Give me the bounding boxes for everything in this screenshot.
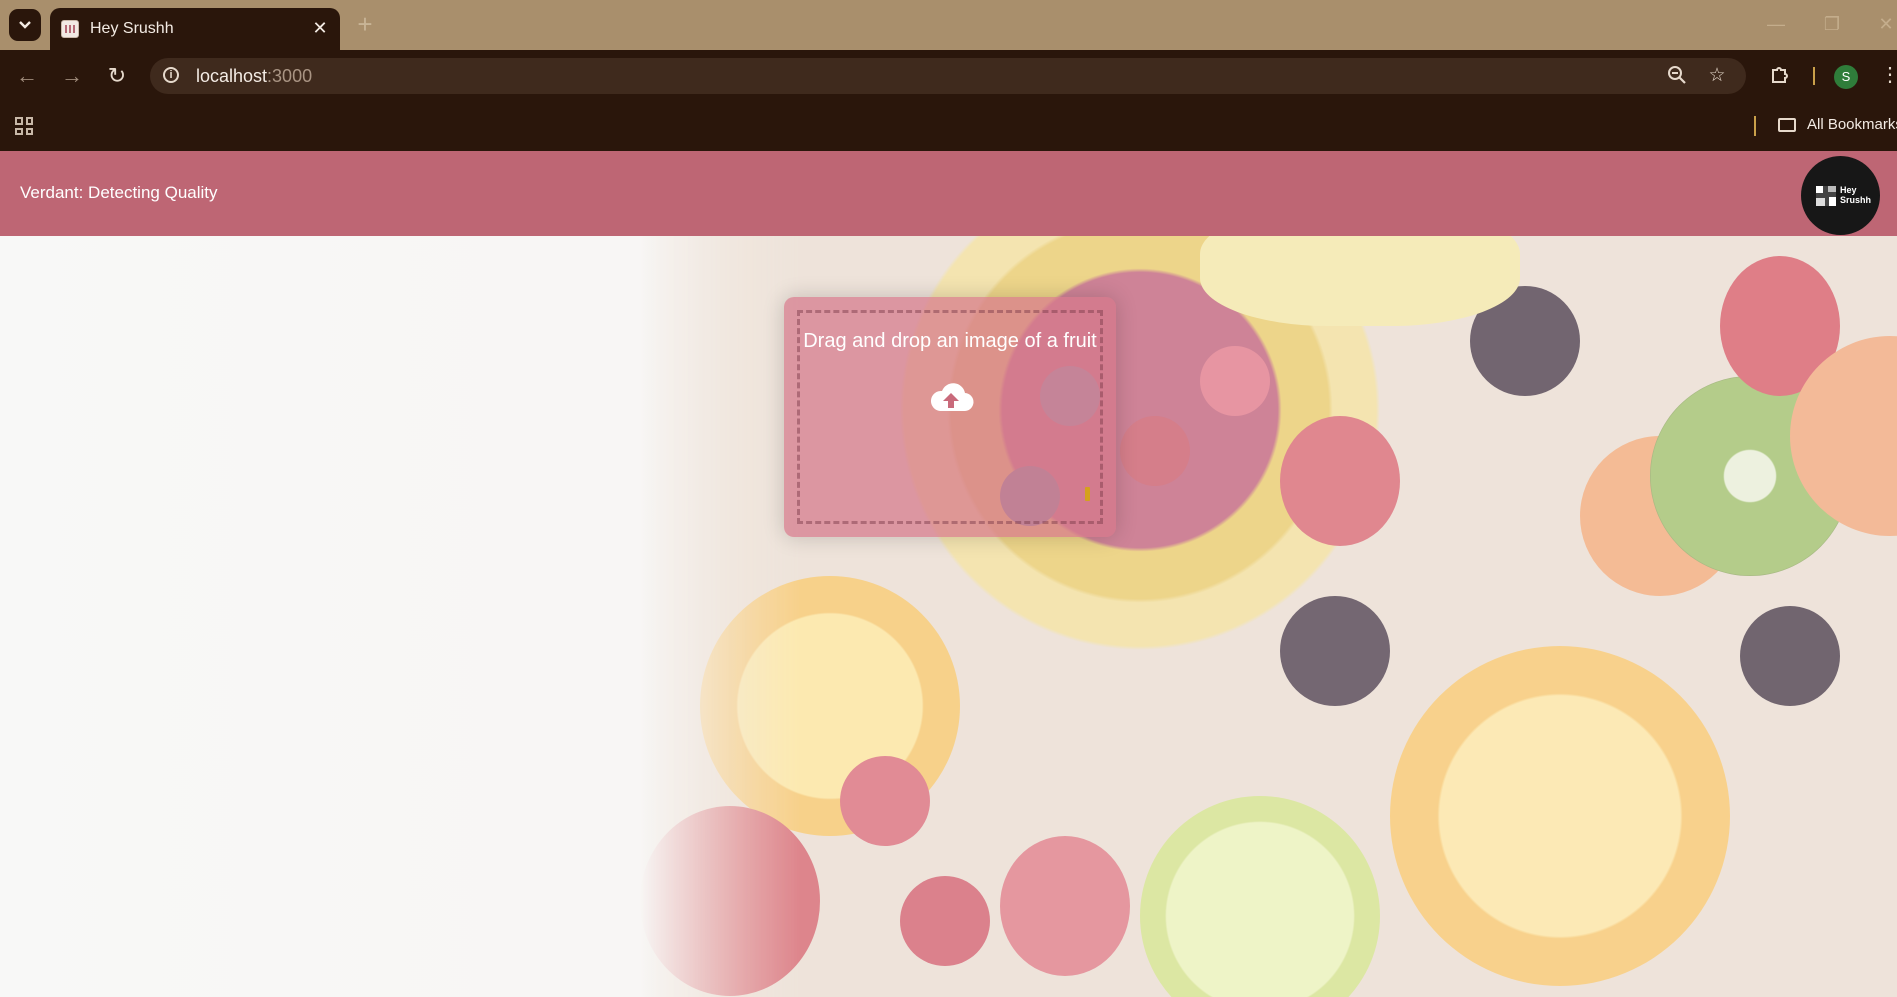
avatar[interactable]: Hey Srushh xyxy=(1801,156,1880,235)
all-bookmarks-link[interactable]: All Bookmarks xyxy=(1807,116,1897,133)
avatar-text-line1: Hey xyxy=(1840,185,1857,195)
url-text[interactable]: localhost:3000 xyxy=(196,66,312,87)
browser-toolbar: ← → ↻ i localhost:3000 ☆ S ⋮ xyxy=(0,50,1897,100)
chevron-down-icon xyxy=(19,21,31,29)
menu-kebab-icon[interactable]: ⋮ xyxy=(1878,63,1897,87)
app-title: Verdant: Detecting Quality xyxy=(20,183,218,202)
reload-icon[interactable]: ↻ xyxy=(104,63,130,89)
cursor-marker xyxy=(1085,487,1090,501)
logo-icon xyxy=(1816,186,1836,206)
window-close-icon[interactable]: ✕ xyxy=(1874,12,1897,36)
minimize-icon[interactable]: — xyxy=(1764,12,1788,36)
bookmarks-bar: All Bookmarks xyxy=(0,100,1897,151)
image-dropzone[interactable]: Drag and drop an image of a fruit xyxy=(784,297,1116,537)
site-info-icon[interactable]: i xyxy=(163,67,179,83)
new-tab-button[interactable]: + xyxy=(352,11,378,38)
app-header: Verdant: Detecting Quality Hey Srushh xyxy=(0,151,1897,236)
folder-icon xyxy=(1778,118,1796,132)
profile-avatar[interactable]: S xyxy=(1834,65,1858,89)
bookmarks-divider xyxy=(1754,116,1756,136)
tab-title: Hey Srushh xyxy=(90,20,174,37)
cloud-upload-icon[interactable] xyxy=(928,381,974,415)
url-host: localhost xyxy=(196,66,268,86)
dropzone-label: Drag and drop an image of a fruit xyxy=(803,330,1097,352)
restore-icon[interactable]: ❐ xyxy=(1820,12,1844,36)
extensions-icon[interactable] xyxy=(1768,63,1792,87)
tab-search-button[interactable] xyxy=(9,9,41,41)
avatar-text-line2: Srushh xyxy=(1840,195,1872,205)
apps-grid-icon[interactable] xyxy=(15,117,33,135)
close-icon[interactable]: ✕ xyxy=(310,18,330,38)
avatar-logo-text: Hey Srushh xyxy=(1840,185,1880,205)
toolbar-divider xyxy=(1813,67,1815,85)
browser-tab-active[interactable]: Hey Srushh ✕ xyxy=(50,8,340,50)
zoom-icon[interactable] xyxy=(1666,65,1688,87)
address-bar[interactable]: i localhost:3000 ☆ xyxy=(150,58,1746,94)
back-arrow-icon[interactable]: ← xyxy=(14,63,40,89)
url-port: :3000 xyxy=(267,66,313,86)
hero-background: Drag and drop an image of a fruit xyxy=(0,236,1897,997)
favicon-icon xyxy=(61,20,79,38)
bookmark-star-icon[interactable]: ☆ xyxy=(1706,65,1728,87)
browser-tabstrip: Hey Srushh ✕ + — ❐ ✕ xyxy=(0,0,1897,50)
forward-arrow-icon[interactable]: → xyxy=(59,63,85,89)
